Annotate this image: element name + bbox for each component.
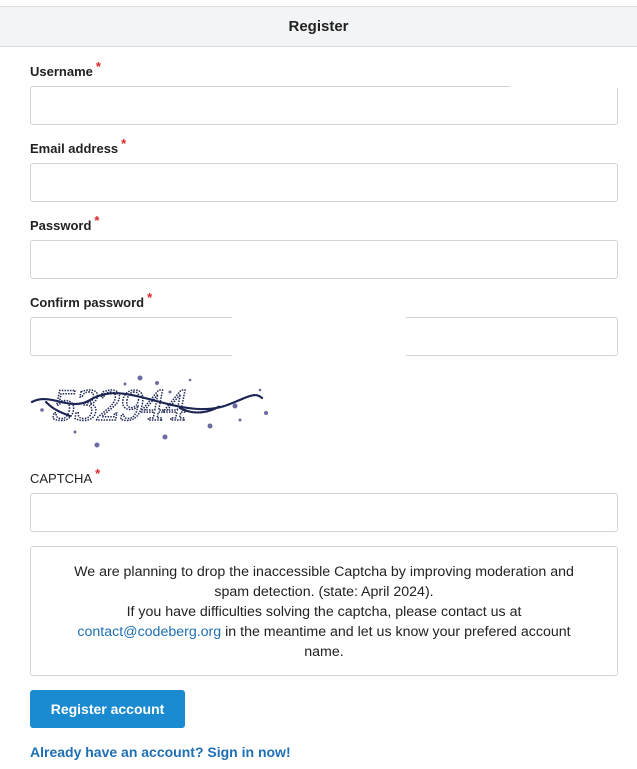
required-indicator: *: [95, 59, 101, 74]
captcha-notice: We are planning to drop the inaccessible…: [30, 546, 618, 676]
email-label-text: Email address: [30, 141, 119, 156]
register-account-button[interactable]: Register account: [30, 690, 185, 728]
sign-in-link[interactable]: Already have an account? Sign in now!: [30, 744, 291, 760]
captcha-field-wrapper: [30, 493, 618, 532]
confirm-password-field-wrapper: [30, 317, 618, 356]
contact-email-link[interactable]: contact@codeberg.org: [77, 624, 221, 640]
captcha-label-text: CAPTCHA: [30, 471, 93, 486]
field-border-gap: [232, 354, 406, 358]
required-indicator: *: [147, 290, 153, 305]
captcha-noise-dot: [258, 388, 262, 392]
captcha-label: CAPTCHA *: [30, 466, 100, 486]
field-border-gap: [510, 85, 620, 88]
password-field-wrapper: [30, 240, 618, 279]
username-label: Username *: [30, 59, 101, 79]
username-field-wrapper: [30, 86, 618, 125]
username-input[interactable]: [31, 87, 617, 124]
captcha-noise-dot: [137, 375, 143, 381]
page-title: Register: [288, 18, 349, 35]
password-input[interactable]: [31, 241, 617, 278]
password-label-text: Password: [30, 218, 92, 233]
captcha-noise-dot: [40, 408, 44, 412]
captcha-text: 532944: [52, 384, 187, 430]
required-indicator: *: [121, 136, 127, 151]
captcha-noise-dot: [238, 418, 242, 422]
captcha-noise-dot: [73, 430, 77, 434]
captcha-noise-dot: [188, 378, 192, 382]
register-header: Register: [0, 6, 637, 47]
confirm-password-input[interactable]: [31, 318, 617, 355]
captcha-noise-dot: [232, 403, 238, 409]
password-label: Password *: [30, 213, 99, 233]
captcha-noise-dot: [123, 382, 127, 386]
required-indicator: *: [94, 213, 100, 228]
captcha-noise-dot: [155, 381, 159, 385]
required-indicator: *: [95, 466, 101, 481]
notice-line2-before: If you have difficulties solving the cap…: [126, 604, 522, 620]
field-border-gap: [232, 315, 406, 319]
email-input[interactable]: [31, 164, 617, 201]
confirm-password-label: Confirm password *: [30, 290, 152, 310]
notice-line1: We are planning to drop the inaccessible…: [74, 564, 574, 600]
captcha-noise-dot: [94, 442, 100, 448]
confirm-password-label-text: Confirm password: [30, 295, 145, 310]
captcha-noise-dot: [168, 390, 172, 394]
notice-line2-after: in the meantime and let us know your pre…: [225, 624, 571, 660]
captcha-noise-dot: [162, 434, 168, 440]
captcha-noise-dot: [264, 411, 268, 415]
captcha-image: 532944: [30, 375, 268, 448]
captcha-input[interactable]: [31, 494, 617, 531]
email-label: Email address *: [30, 136, 126, 156]
email-field-wrapper: [30, 163, 618, 202]
captcha-noise-dot: [207, 423, 213, 429]
username-label-text: Username: [30, 64, 93, 79]
